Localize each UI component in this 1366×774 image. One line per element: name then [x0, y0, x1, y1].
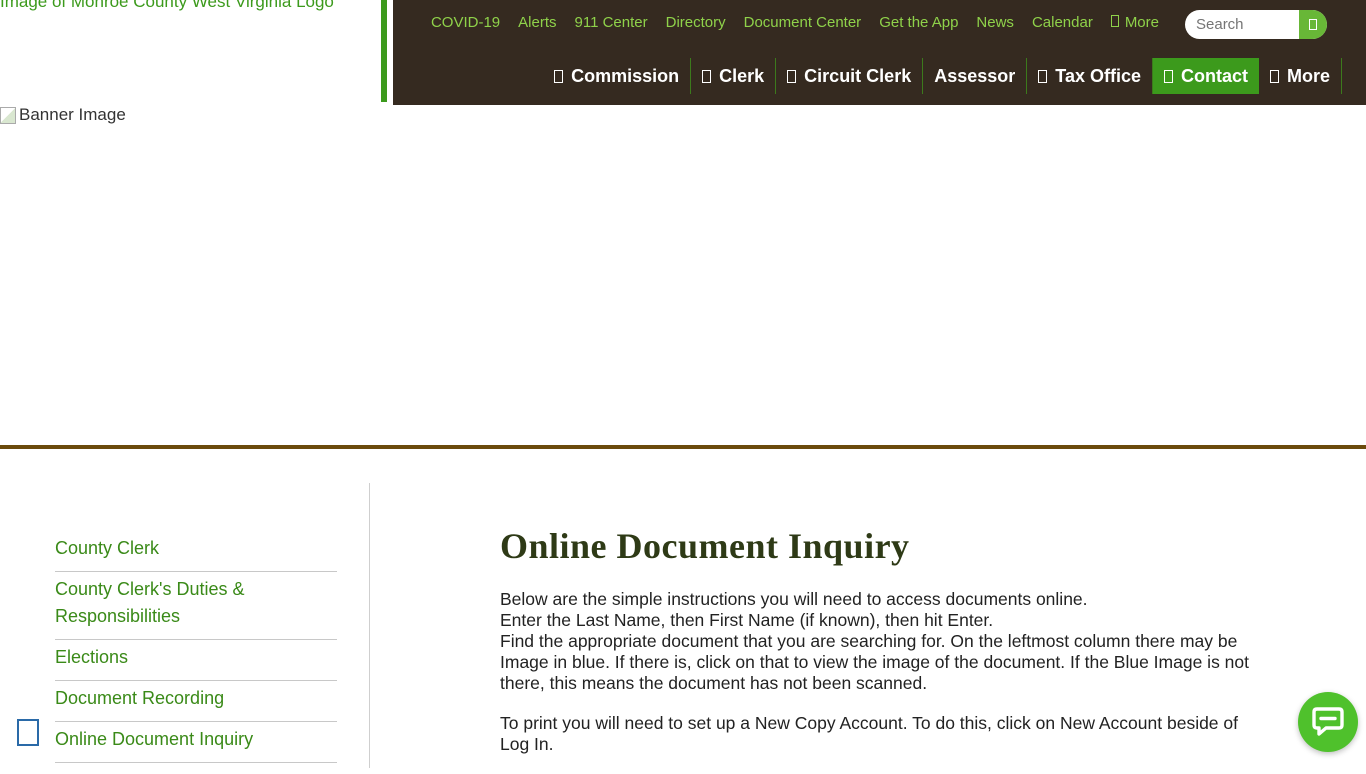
square-glyph-icon — [1163, 69, 1173, 83]
nav-assessor-label: Assessor — [934, 65, 1016, 86]
nav-contact-label: Contact — [1180, 65, 1248, 86]
util-link-document-center[interactable]: Document Center — [735, 14, 871, 32]
square-glyph-icon — [554, 69, 564, 83]
sidebar-item-duties[interactable]: County Clerk's Duties & Responsibilities — [55, 572, 337, 640]
main-content: Online Document Inquiry Below are the si… — [500, 525, 1260, 774]
util-link-directory[interactable]: Directory — [657, 14, 735, 32]
util-link-get-app[interactable]: Get the App — [870, 14, 967, 32]
print-paragraph: To print you will need to set up a New C… — [500, 713, 1260, 755]
search-icon — [1309, 19, 1317, 30]
nav-clerk-label: Clerk — [719, 65, 765, 86]
site-header: Image of Monroe County West Virginia Log… — [0, 0, 1366, 105]
util-link-more[interactable]: More — [1102, 14, 1168, 32]
nav-clerk[interactable]: Clerk — [691, 58, 777, 94]
sidebar-item-county-clerk[interactable]: County Clerk — [55, 535, 337, 572]
square-glyph-icon — [1269, 69, 1279, 83]
sidebar: County Clerk County Clerk's Duties & Res… — [0, 483, 370, 768]
square-glyph-icon — [1038, 69, 1048, 83]
instruction-line: Enter the Last Name, then First Name (if… — [500, 610, 994, 630]
search-box — [1185, 10, 1327, 39]
util-more-label: More — [1124, 14, 1159, 31]
banner-image: Banner Image — [0, 105, 126, 125]
banner: Banner Image — [0, 105, 1366, 449]
square-glyph-icon — [702, 69, 712, 83]
nav-commission[interactable]: Commission — [543, 58, 692, 94]
util-link-calendar[interactable]: Calendar — [1023, 14, 1102, 32]
nav-tax-office-label: Tax Office — [1055, 65, 1141, 86]
search-button[interactable] — [1299, 10, 1327, 39]
nav-area: COVID-19 Alerts 911 Center Directory Doc… — [393, 0, 1366, 105]
instruction-line: Find the appropriate document that you a… — [500, 631, 1238, 651]
broken-image-icon — [0, 106, 16, 124]
utility-nav: COVID-19 Alerts 911 Center Directory Doc… — [422, 14, 1168, 32]
print-text: To print you will need to set up a New C… — [500, 713, 1238, 754]
nav-commission-label: Commission — [571, 65, 680, 86]
sidebar-item-elections[interactable]: Elections — [55, 640, 337, 681]
sidebar-list: County Clerk County Clerk's Duties & Res… — [55, 535, 337, 763]
util-link-news[interactable]: News — [967, 14, 1023, 32]
sidebar-item-document-recording[interactable]: Document Recording — [55, 681, 337, 722]
nav-more[interactable]: More — [1259, 58, 1342, 94]
nav-circuit-clerk[interactable]: Circuit Clerk — [776, 58, 924, 94]
square-glyph-icon — [1110, 15, 1119, 27]
square-glyph-icon[interactable] — [17, 719, 39, 746]
chat-button[interactable] — [1298, 692, 1358, 752]
banner-alt-text: Banner Image — [19, 105, 126, 124]
instruction-line: Below are the simple instructions you wi… — [500, 589, 1088, 609]
nav-assessor[interactable]: Assessor — [923, 58, 1028, 94]
util-link-alerts[interactable]: Alerts — [509, 14, 565, 32]
sidebar-item-online-document-inquiry[interactable]: Online Document Inquiry — [55, 722, 337, 763]
nav-more-label: More — [1286, 65, 1330, 86]
util-link-covid[interactable]: COVID-19 — [422, 14, 509, 32]
site-logo[interactable]: Image of Monroe County West Virginia Log… — [0, 0, 380, 12]
nav-contact[interactable]: Contact — [1152, 58, 1259, 94]
nav-tax-office[interactable]: Tax Office — [1027, 58, 1153, 94]
chat-bubble-icon — [1312, 707, 1344, 736]
square-glyph-icon — [787, 69, 797, 83]
main-nav: Commission Clerk Circuit Clerk Assessor … — [543, 58, 1342, 94]
page-title: Online Document Inquiry — [500, 526, 910, 566]
instruction-line: Image in blue. If there is, click on tha… — [500, 652, 1250, 693]
logo-area[interactable]: Image of Monroe County West Virginia Log… — [0, 0, 387, 102]
util-link-911[interactable]: 911 Center — [566, 14, 657, 32]
instructions-paragraph: Below are the simple instructions you wi… — [500, 589, 1260, 694]
nav-circuit-clerk-label: Circuit Clerk — [804, 65, 912, 86]
search-input[interactable] — [1185, 10, 1299, 39]
